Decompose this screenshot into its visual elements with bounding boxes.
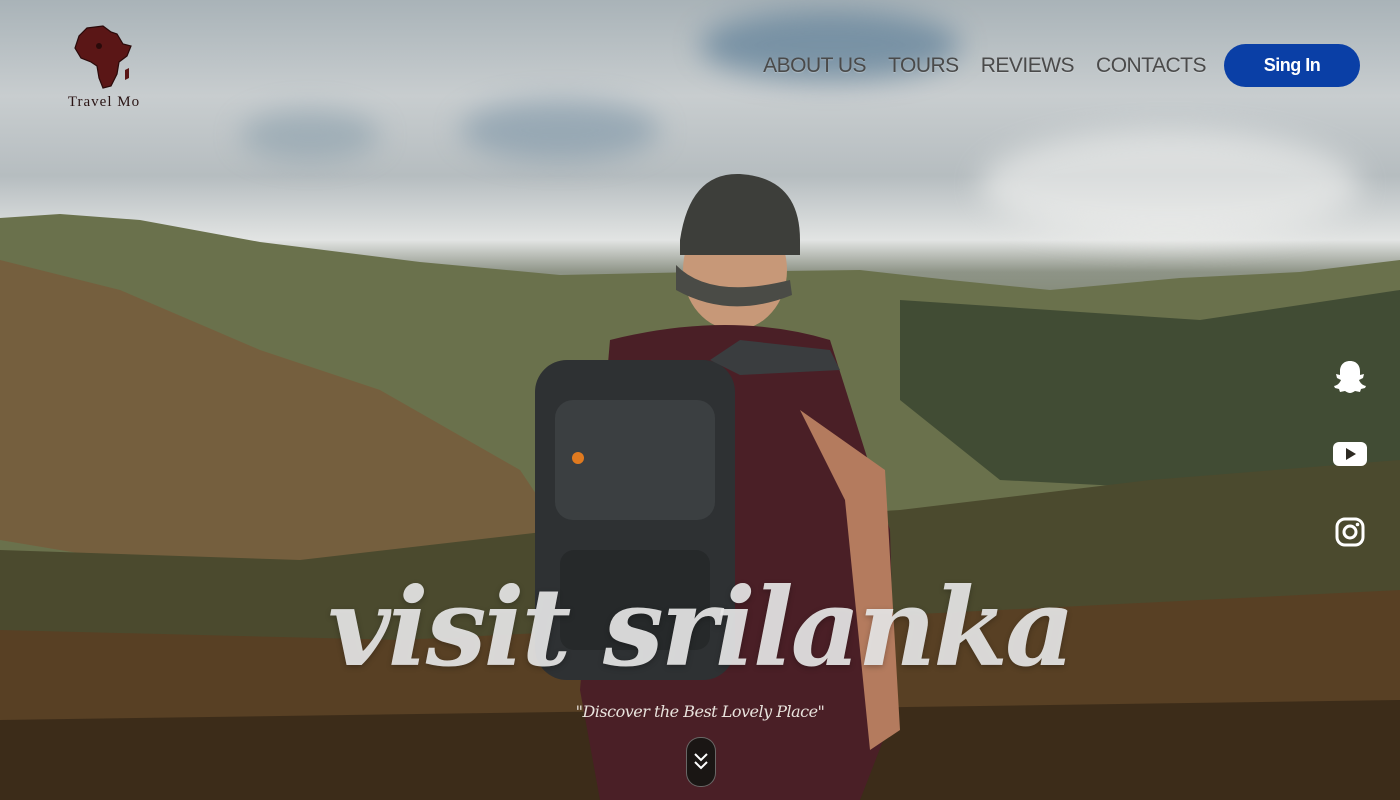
snapchat-link[interactable] — [1330, 356, 1370, 396]
youtube-icon — [1333, 442, 1367, 466]
hero-title: visit srilanka — [327, 565, 1075, 691]
scroll-down-button[interactable] — [686, 737, 716, 787]
hero-section: Travel Mo ABOUT US TOURS REVIEWS CONTACT… — [0, 0, 1400, 800]
instagram-icon — [1335, 517, 1365, 547]
main-navigation: ABOUT US TOURS REVIEWS CONTACTS Sing In — [763, 44, 1360, 87]
social-links — [1330, 356, 1370, 590]
youtube-link[interactable] — [1330, 434, 1370, 474]
instagram-link[interactable] — [1330, 512, 1370, 552]
nav-link-reviews[interactable]: REVIEWS — [981, 54, 1075, 78]
nav-link-about-us[interactable]: ABOUT US — [763, 54, 866, 78]
africa-map-icon — [74, 25, 132, 89]
double-chevron-down-icon — [694, 753, 708, 770]
brand-name: Travel Mo — [67, 94, 141, 110]
snapchat-icon — [1334, 361, 1366, 393]
nav-link-contacts[interactable]: CONTACTS — [1096, 54, 1206, 78]
brand-logo[interactable]: Travel Mo — [58, 24, 150, 116]
sign-in-button[interactable]: Sing In — [1224, 44, 1360, 87]
nav-link-tours[interactable]: TOURS — [888, 54, 959, 78]
cloud-shape — [460, 100, 660, 160]
hero-subtitle: "Discover the Best Lovely Place" — [575, 702, 825, 721]
cloud-shape — [240, 110, 380, 160]
